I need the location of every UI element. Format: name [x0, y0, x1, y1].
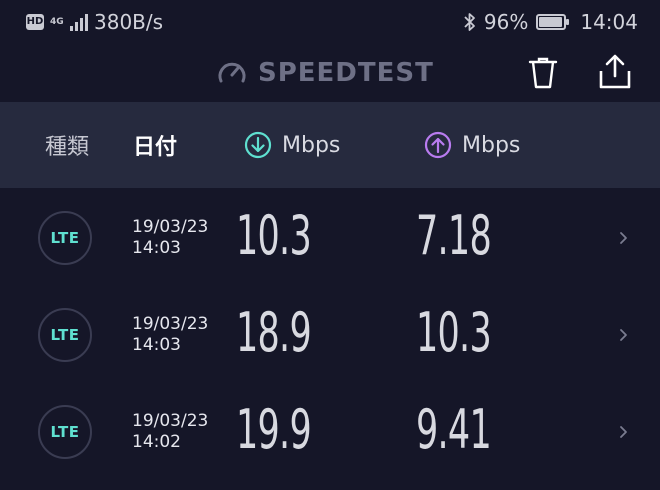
upload-unit: Mbps — [462, 132, 521, 158]
download-value: 18.9 — [236, 301, 312, 364]
download-unit: Mbps — [282, 132, 341, 158]
column-upload[interactable]: Mbps — [424, 102, 520, 188]
status-right: 96% 14:04 — [464, 10, 638, 34]
row-datetime: 19/03/23 14:03 — [132, 217, 208, 259]
row-date: 19/03/23 — [132, 411, 209, 431]
table-header: 種類 日付 Mbps Mbps — [0, 102, 660, 188]
row-datetime: 19/03/23 14:02 — [132, 411, 208, 453]
row-time: 14:03 — [132, 335, 181, 355]
chevron-right-icon — [620, 232, 627, 244]
clock: 14:04 — [580, 10, 638, 34]
row-time: 14:03 — [132, 238, 181, 258]
battery-level — [539, 17, 563, 27]
bluetooth-icon — [464, 13, 475, 31]
network-type: 4G — [50, 17, 64, 27]
hd-voice-icon: HD — [26, 14, 44, 30]
app-bar: SPEEDTEST — [0, 44, 660, 102]
column-date[interactable]: 日付 — [133, 102, 177, 188]
trash-icon[interactable] — [528, 56, 558, 90]
connection-type-badge: LTE — [38, 308, 92, 362]
download-value: 10.3 — [236, 204, 312, 267]
speedometer-icon — [218, 62, 246, 83]
chevron-right-icon — [620, 426, 627, 438]
battery-icon — [536, 14, 570, 30]
column-type[interactable]: 種類 — [45, 102, 89, 188]
network-speed: 380B/s — [94, 10, 164, 34]
row-time: 14:02 — [132, 432, 181, 452]
row-datetime: 19/03/23 14:03 — [132, 314, 208, 356]
download-value: 19.9 — [236, 398, 312, 461]
table-row[interactable]: LTE 19/03/23 14:02 19.9 9.41 — [0, 384, 660, 480]
download-arrow-icon — [244, 131, 272, 159]
status-bar: HD 4G 380B/s 96% 14:04 — [0, 0, 660, 44]
column-download[interactable]: Mbps — [244, 102, 340, 188]
upload-arrow-icon — [424, 131, 452, 159]
signal-strength-icon — [70, 13, 88, 31]
battery-percent: 96% — [483, 10, 529, 34]
connection-type-badge: LTE — [38, 211, 92, 265]
table-row[interactable]: LTE 19/03/23 14:03 10.3 7.18 — [0, 190, 660, 286]
connection-type-badge: LTE — [38, 405, 92, 459]
app-title-group: SPEEDTEST — [216, 58, 434, 88]
row-date: 19/03/23 — [132, 314, 209, 334]
row-date: 19/03/23 — [132, 217, 209, 237]
table-row[interactable]: LTE 19/03/23 14:03 18.9 10.3 — [0, 287, 660, 383]
status-left: HD 4G 380B/s — [26, 10, 163, 34]
upload-value: 10.3 — [416, 301, 492, 364]
upload-value: 7.18 — [416, 204, 492, 267]
app-title: SPEEDTEST — [258, 58, 434, 88]
chevron-right-icon — [620, 329, 627, 341]
share-icon[interactable] — [598, 54, 632, 90]
upload-value: 9.41 — [416, 398, 492, 461]
